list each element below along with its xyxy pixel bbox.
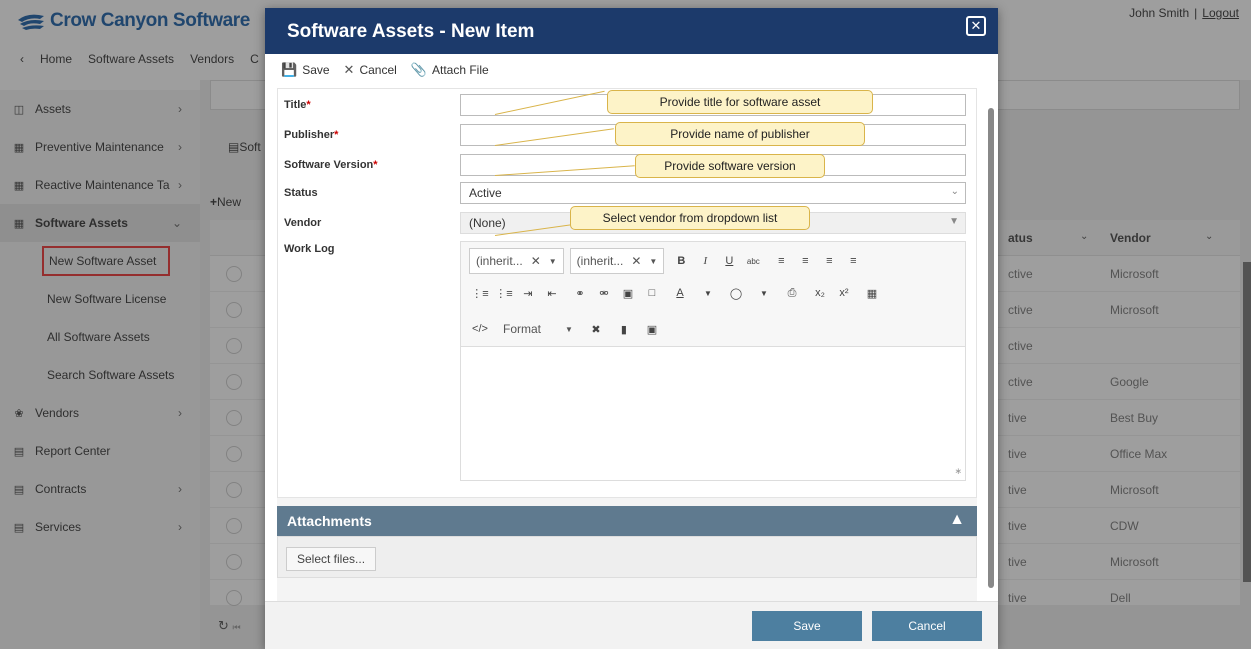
unlink-icon[interactable]: ⚮ — [593, 282, 615, 304]
callout-publisher: Provide name of publisher — [615, 122, 865, 146]
editor-toolbar: (inherit... ✕ ▼ (inherit... ✕ ▼ B I U abc ≡ … — [461, 242, 965, 347]
html-source-icon[interactable]: </> — [469, 318, 491, 340]
bulleted-list-icon[interactable]: ⋮≡ — [469, 282, 491, 304]
table-icon[interactable]: ▦ — [861, 282, 883, 304]
editor-content[interactable] — [461, 348, 965, 480]
clear-icon[interactable]: ✕ — [531, 254, 541, 268]
clear-icon[interactable]: ✕ — [631, 254, 641, 268]
status-select[interactable]: Active ⌄ — [460, 182, 966, 204]
print-icon[interactable]: ⎙ — [781, 282, 803, 304]
underline-icon[interactable]: U — [718, 250, 740, 272]
align-right-icon[interactable]: ≡ — [818, 250, 840, 272]
file-icon[interactable]: □ — [641, 282, 663, 304]
close-icon: ✕ — [343, 62, 355, 77]
caret-down-icon[interactable]: ▼ — [753, 282, 775, 304]
font-size-select[interactable]: (inherit... ✕ ▼ — [569, 248, 665, 274]
resize-handle-icon[interactable]: ∗ — [954, 466, 962, 477]
paperclip-icon: 📎 — [410, 62, 427, 77]
dialog-scrollbar-thumb[interactable] — [988, 108, 994, 588]
save-button[interactable]: Save — [752, 611, 862, 641]
floppy-icon: 💾 — [281, 62, 298, 77]
superscript-icon[interactable]: x² — [833, 282, 855, 304]
work-log-editor: (inherit... ✕ ▼ (inherit... ✕ ▼ B I U abc ≡ … — [460, 241, 966, 481]
outdent-icon[interactable]: ⇤ — [541, 282, 563, 304]
field-label: Vendor — [284, 217, 322, 229]
field-label: Publisher* — [284, 129, 339, 141]
new-item-dialog: Software Assets - New Item ✕ 💾 Save ✕ Canc… — [265, 8, 998, 649]
strikethrough-icon[interactable]: abc — [742, 250, 764, 272]
chevron-up-icon[interactable]: ▲ — [949, 511, 965, 529]
chevron-down-icon: ⌄ — [950, 186, 959, 197]
image-icon[interactable]: ▣ — [617, 282, 639, 304]
field-label: Work Log — [284, 243, 335, 255]
insert-file-icon[interactable]: ▮ — [613, 318, 635, 340]
italic-icon[interactable]: I — [694, 250, 716, 272]
format-select[interactable]: Format ▼ — [497, 316, 579, 342]
form-fields: Title* Publisher* Software Version* Stat… — [277, 88, 977, 498]
dialog-header: Software Assets - New Item ✕ — [265, 8, 998, 54]
caret-down-icon[interactable]: ▼ — [697, 282, 719, 304]
clean-formatting-icon[interactable]: ✖ — [585, 318, 607, 340]
caret-down-icon[interactable]: ▼ — [649, 257, 657, 266]
dialog-footer: Save Cancel — [265, 601, 998, 649]
caret-down-icon[interactable]: ▼ — [549, 257, 557, 266]
toolbar-save-button[interactable]: 💾 Save — [281, 62, 330, 78]
vendor-value: (None) — [469, 216, 506, 230]
font-size-value: (inherit... — [576, 254, 624, 268]
field-label: Title* — [284, 99, 311, 111]
toolbar-attach-label: Attach File — [432, 63, 489, 77]
toolbar-save-label: Save — [302, 63, 330, 77]
callout-vendor: Select vendor from dropdown list — [570, 206, 810, 230]
font-name-select[interactable]: (inherit... ✕ ▼ — [469, 248, 564, 274]
field-label: Status — [284, 187, 318, 199]
justify-icon[interactable]: ≡ — [842, 250, 864, 272]
attachments-body: Select files... — [277, 536, 977, 578]
cancel-button[interactable]: Cancel — [872, 611, 982, 641]
toolbar-cancel-button[interactable]: ✕ Cancel — [344, 62, 397, 78]
font-color-icon[interactable]: A — [669, 282, 691, 304]
font-name-value: (inherit... — [476, 254, 523, 268]
field-label: Software Version* — [284, 159, 378, 171]
toolbar-attach-button[interactable]: 📎 Attach File — [411, 62, 489, 78]
numbered-list-icon[interactable]: ⋮≡ — [493, 282, 515, 304]
field-status: Status Active ⌄ — [278, 179, 978, 209]
callout-version: Provide software version — [635, 154, 825, 178]
subscript-icon[interactable]: x₂ — [809, 282, 831, 304]
bold-icon[interactable]: B — [670, 250, 692, 272]
link-icon[interactable]: ⚭ — [569, 282, 591, 304]
select-files-button[interactable]: Select files... — [286, 547, 377, 571]
dialog-title: Software Assets - New Item — [287, 21, 535, 42]
background-color-icon[interactable]: ◯ — [725, 282, 747, 304]
format-value: Format — [503, 322, 542, 336]
caret-down-icon[interactable]: ▼ — [565, 325, 573, 334]
close-icon[interactable]: ✕ — [966, 16, 986, 36]
align-left-icon[interactable]: ≡ — [770, 250, 792, 272]
attachments-header[interactable]: Attachments ▲ — [277, 506, 977, 536]
insert-image-icon[interactable]: ▣ — [641, 318, 663, 340]
attachments-title: Attachments — [287, 513, 372, 529]
toolbar-cancel-label: Cancel — [359, 63, 397, 77]
align-center-icon[interactable]: ≡ — [794, 250, 816, 272]
indent-icon[interactable]: ⇥ — [517, 282, 539, 304]
callout-title: Provide title for software asset — [607, 90, 873, 114]
status-value: Active — [469, 186, 502, 200]
caret-down-icon: ▼ — [949, 216, 959, 227]
dialog-scrollbar[interactable] — [988, 58, 994, 598]
dialog-toolbar: 💾 Save ✕ Cancel 📎 Attach File — [265, 54, 985, 86]
